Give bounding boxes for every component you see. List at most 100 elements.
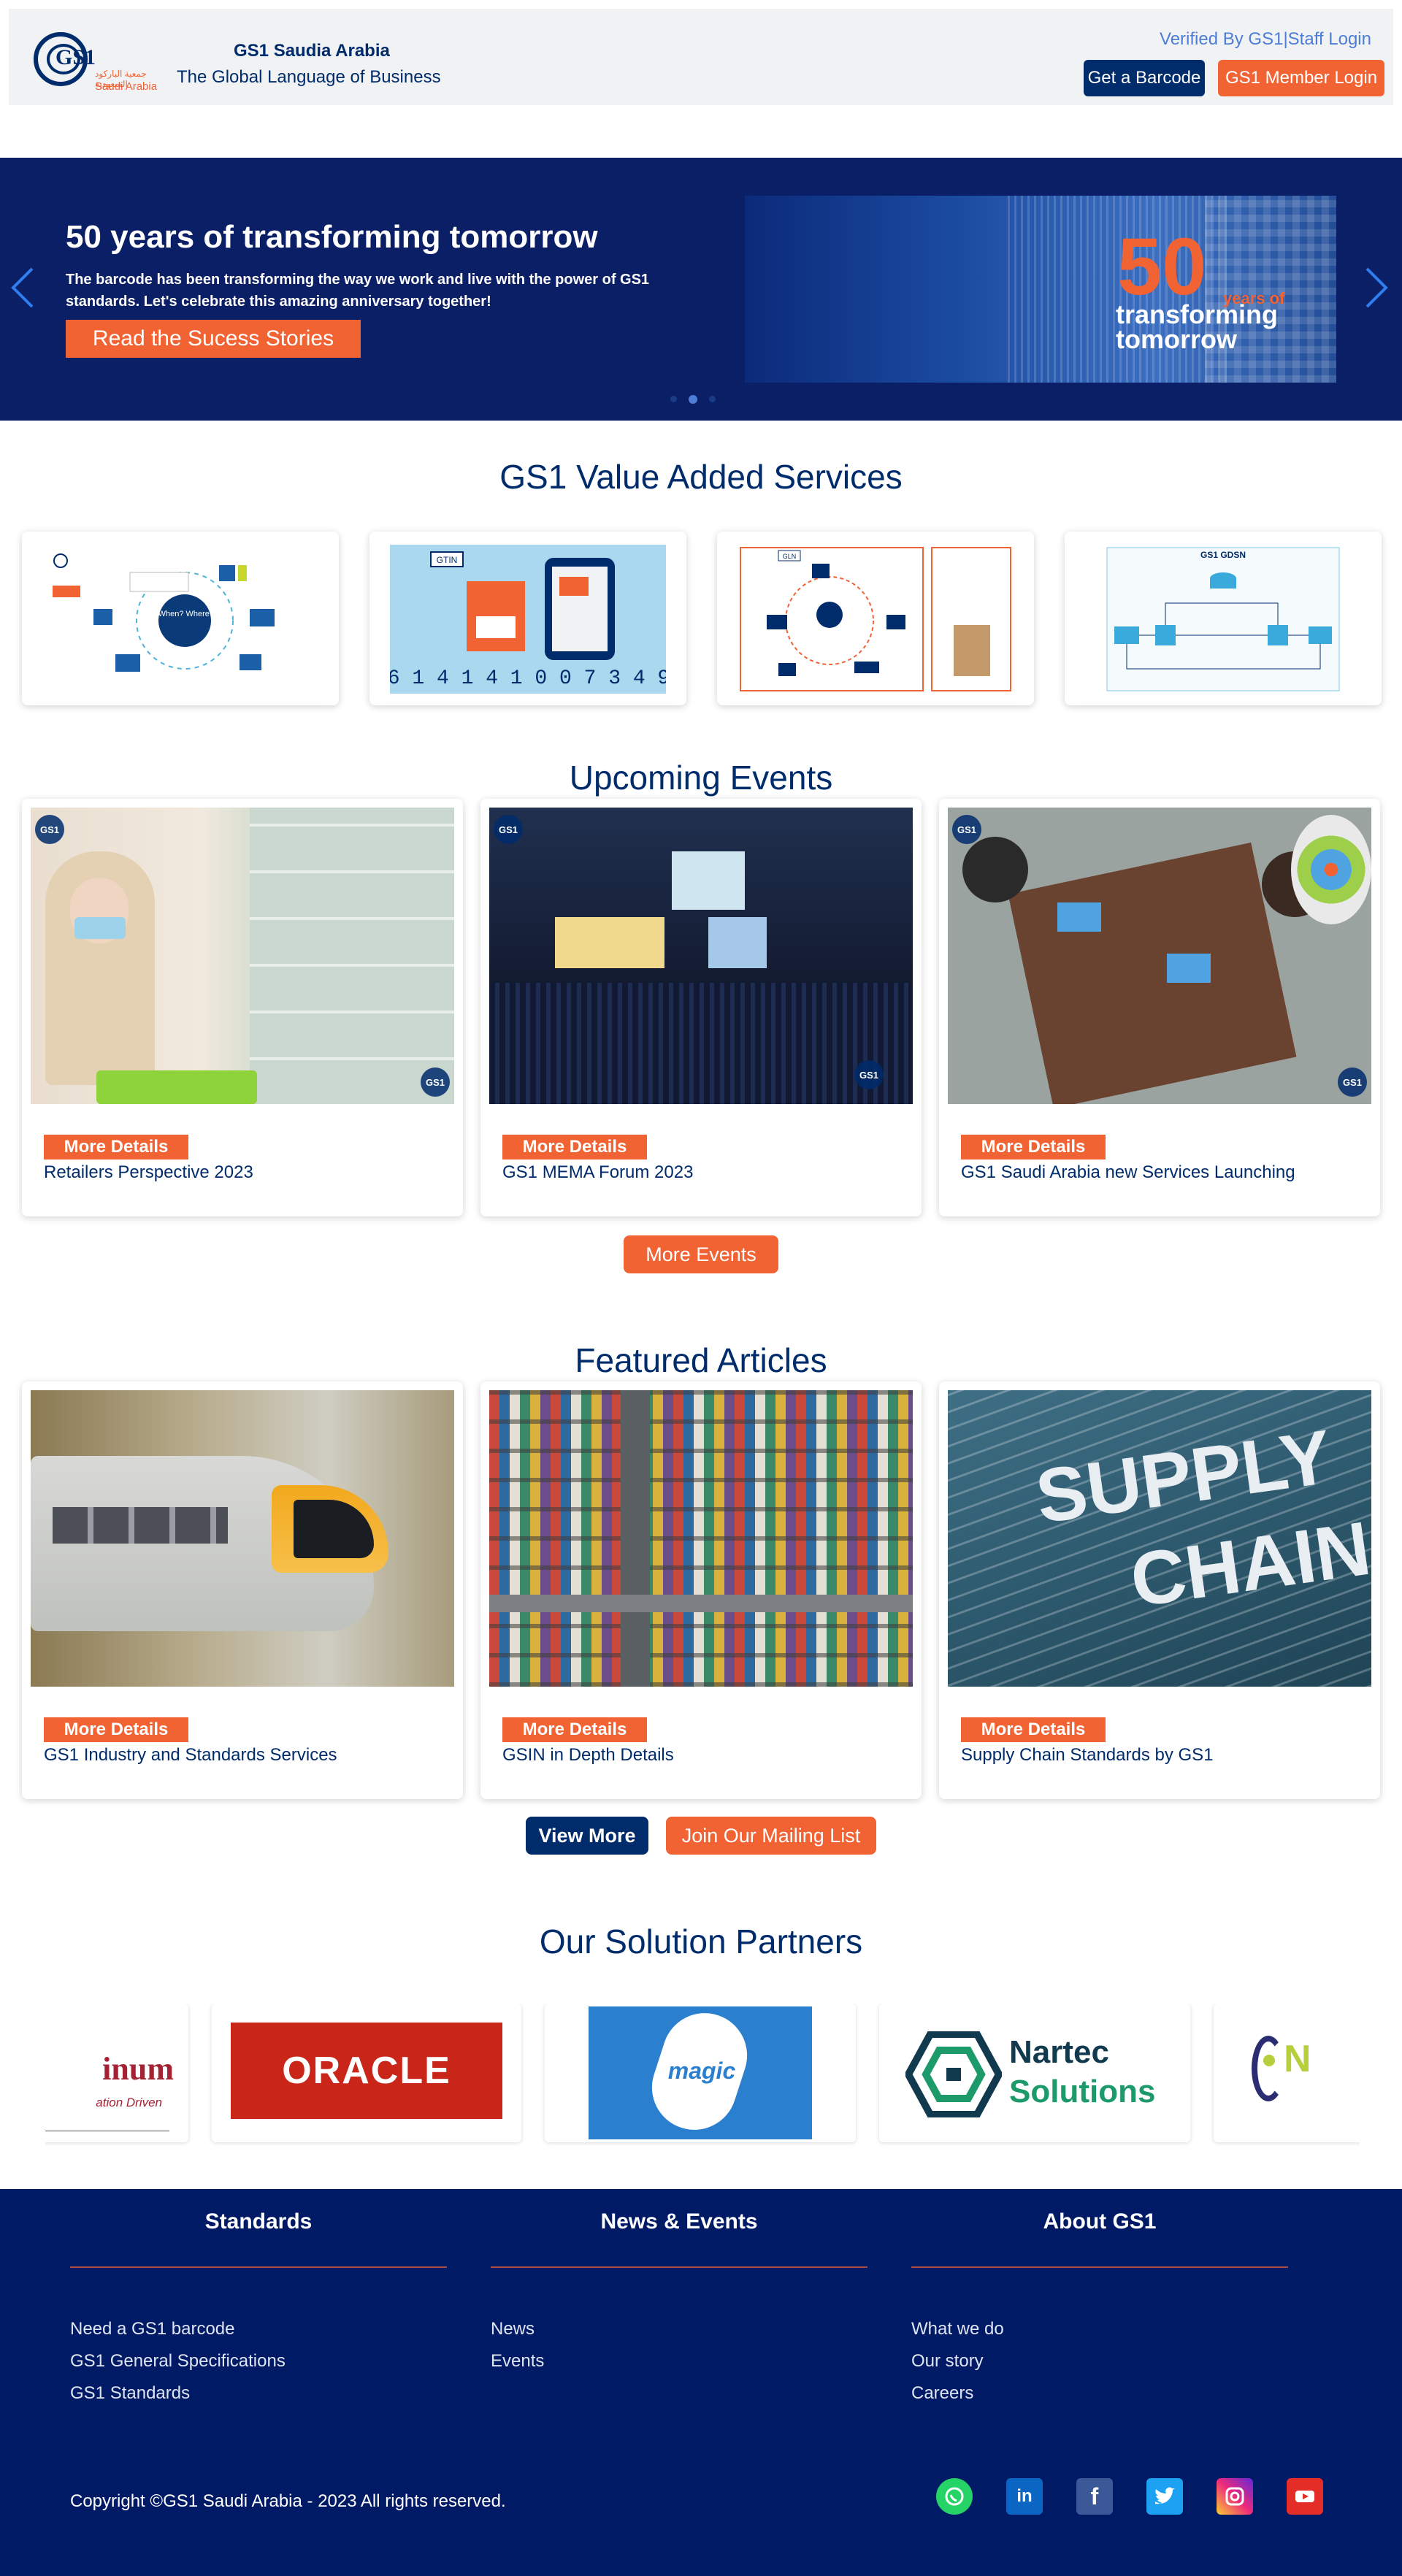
service-card-gln[interactable]: GLN	[717, 532, 1034, 705]
services-title: GS1 Value Added Services	[499, 458, 903, 496]
partner-logo-tile[interactable]: ORACLE	[212, 2004, 521, 2142]
partner-name: inum	[102, 2051, 174, 2087]
article-card[interactable]: More Details GS1 Industry and Standards …	[22, 1381, 463, 1799]
svg-text:GS1 GDSN: GS1 GDSN	[1200, 550, 1246, 560]
nartec-hex-icon	[905, 2031, 1002, 2117]
gs1-watermark-icon: GS1	[35, 815, 64, 844]
footer-column-about: About GS1 What we do Our story Careers	[911, 2209, 1288, 2415]
footer-link[interactable]: News	[491, 2319, 867, 2339]
hero-text: The barcode has been transforming the wa…	[66, 272, 650, 310]
event-title[interactable]: GS1 Saudi Arabia new Services Launching	[961, 1162, 1295, 1183]
footer-link[interactable]: GS1 Standards	[70, 2383, 447, 2404]
article-image-supply-chain: SUPPLY CHAIN	[948, 1390, 1371, 1687]
site-footer: Standards Need a GS1 barcode GS1 General…	[0, 2189, 1402, 2576]
get-barcode-button[interactable]: Get a Barcode	[1084, 60, 1205, 96]
member-login-button[interactable]: GS1 Member Login	[1218, 60, 1384, 96]
service-card[interactable]: What? When? Where? Why?	[22, 532, 339, 705]
partner-sub: ation Driven	[96, 2096, 162, 2109]
gs1-watermark-icon: GS1	[494, 815, 523, 844]
event-card[interactable]: GS1 GS1 More Details GS1 Saudi Arabia ne…	[939, 799, 1380, 1216]
more-details-button[interactable]: More Details	[44, 1135, 188, 1159]
gdsn-diagram-image: GS1 GDSN	[1106, 547, 1340, 691]
partner-name: N	[1284, 2038, 1311, 2080]
logo-subtext: Saudi Arabia	[95, 80, 158, 93]
more-events-button[interactable]: More Events	[624, 1235, 778, 1273]
event-card[interactable]: GS1 GS1 More Details GS1 MEMA Forum 2023	[480, 799, 922, 1216]
article-title[interactable]: Supply Chain Standards by GS1	[961, 1745, 1214, 1766]
footer-column-news: News & Events News Events	[491, 2209, 867, 2383]
partner-logo-tile[interactable]: magic	[545, 2004, 856, 2142]
more-details-button[interactable]: More Details	[502, 1135, 647, 1159]
service-card-gtin[interactable]: GTIN 6 1 4 1 4 1 0 0 7 3 4 9	[369, 532, 686, 705]
gs1-watermark-icon: GS1	[952, 815, 981, 844]
gs1-logo[interactable]: GS1 جمعية الباركود السعودية Saudi Arabia	[25, 23, 164, 96]
instagram-icon[interactable]	[1217, 2478, 1253, 2515]
partner-logo-tile[interactable]: inum ation Driven	[45, 2004, 188, 2142]
event-image: GS1 GS1	[31, 808, 454, 1104]
article-title[interactable]: GS1 Industry and Standards Services	[44, 1745, 337, 1766]
org-tagline: The Global Language of Business	[177, 67, 441, 87]
footer-link[interactable]: GS1 General Specifications	[70, 2351, 447, 2372]
event-image: GS1 GS1	[948, 808, 1371, 1104]
more-details-button[interactable]: More Details	[502, 1717, 647, 1742]
event-image: GS1 GS1	[489, 808, 913, 1104]
articles-title: Featured Articles	[575, 1341, 827, 1379]
svg-text:GTIN: GTIN	[437, 555, 458, 565]
article-image-train	[31, 1390, 454, 1687]
footer-column-standards: Standards Need a GS1 barcode GS1 General…	[70, 2209, 447, 2415]
diagram-text: What? When? Where? Why?	[133, 610, 237, 618]
footer-link[interactable]: Careers	[911, 2383, 1288, 2404]
footer-link[interactable]: What we do	[911, 2319, 1288, 2339]
logo-text: GS1	[55, 45, 96, 69]
gs1-watermark-icon: GS1	[421, 1067, 450, 1097]
gs1-watermark-icon: GS1	[854, 1060, 884, 1089]
partner-sub: Solutions	[1009, 2074, 1156, 2109]
events-title: Upcoming Events	[569, 759, 833, 797]
footer-link[interactable]: Our story	[911, 2351, 1288, 2372]
whatsapp-icon[interactable]	[936, 2478, 973, 2515]
gln-diagram-image: GLN	[740, 547, 1011, 691]
article-image-containers	[489, 1390, 913, 1687]
footer-heading: About GS1	[1043, 2209, 1157, 2234]
chevron-left-icon[interactable]	[10, 266, 35, 310]
partner-logo-tile[interactable]: Nartec Solutions	[879, 2004, 1190, 2142]
linkedin-icon[interactable]: in	[1006, 2478, 1043, 2515]
chevron-right-icon[interactable]	[1364, 266, 1389, 310]
event-title[interactable]: GS1 MEMA Forum 2023	[502, 1162, 693, 1183]
more-details-button[interactable]: More Details	[44, 1717, 188, 1742]
twitter-icon[interactable]	[1146, 2478, 1183, 2515]
service-diagram-image: What? When? Where? Why?	[53, 553, 275, 672]
org-name: GS1 Saudia Arabia	[234, 41, 390, 61]
banner-text: transforming tomorrow	[1116, 299, 1279, 354]
event-card[interactable]: GS1 GS1 More Details Retailers Perspecti…	[22, 799, 463, 1216]
mailing-list-button[interactable]: Join Our Mailing List	[666, 1817, 876, 1855]
article-card[interactable]: SUPPLY CHAIN More Details Supply Chain S…	[939, 1381, 1380, 1799]
carousel-dot[interactable]	[709, 396, 716, 402]
read-stories-button[interactable]: Read the Sucess Stories	[66, 320, 361, 358]
service-card-gdsn[interactable]: GS1 GDSN	[1065, 532, 1382, 705]
view-more-button[interactable]: View More	[526, 1817, 648, 1855]
site-header: GS1 جمعية الباركود السعودية Saudi Arabia…	[9, 9, 1393, 105]
hero-carousel: 50 years of transforming tomorrow The ba…	[0, 158, 1402, 421]
facebook-icon[interactable]: f	[1076, 2478, 1113, 2515]
hero-title: 50 years of transforming tomorrow	[66, 219, 598, 255]
footer-link[interactable]: Need a GS1 barcode	[70, 2319, 447, 2339]
event-title[interactable]: Retailers Perspective 2023	[44, 1162, 253, 1183]
footer-link[interactable]: Events	[491, 2351, 867, 2372]
verified-link[interactable]: Verified By GS1	[1160, 29, 1283, 49]
footer-heading: News & Events	[600, 2209, 758, 2234]
top-links: Verified By GS1|Staff Login	[1160, 29, 1371, 50]
article-title[interactable]: GSIN in Depth Details	[502, 1745, 674, 1766]
carousel-dot-active[interactable]	[689, 395, 697, 404]
partners-carousel: inum ation Driven ORACLE magic Nartec So…	[45, 2004, 1360, 2147]
article-card[interactable]: More Details GSIN in Depth Details	[480, 1381, 922, 1799]
footer-heading: Standards	[204, 2209, 313, 2234]
carousel-indicators	[670, 395, 716, 404]
youtube-icon[interactable]	[1287, 2478, 1323, 2515]
more-details-button[interactable]: More Details	[961, 1717, 1106, 1742]
more-details-button[interactable]: More Details	[961, 1135, 1106, 1159]
carousel-dot[interactable]	[670, 396, 677, 402]
staff-login-link[interactable]: Staff Login	[1288, 29, 1371, 49]
partner-name: Nartec	[1009, 2034, 1109, 2070]
partner-logo-tile[interactable]: N	[1214, 2004, 1360, 2142]
